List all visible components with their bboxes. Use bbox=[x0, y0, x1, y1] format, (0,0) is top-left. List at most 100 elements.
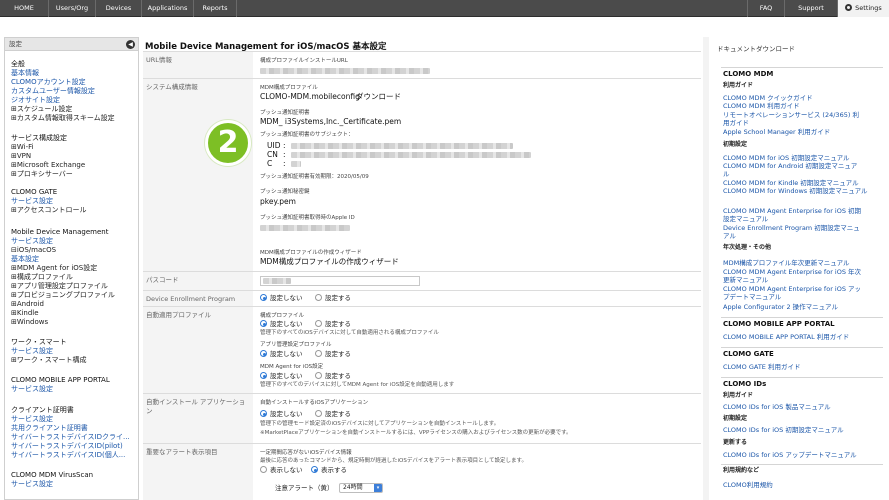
doc-subheading: 利用規約など bbox=[723, 467, 760, 474]
row-url-info: URL情報 構成プロファイルインストールURL bbox=[143, 51, 701, 78]
doc-link[interactable]: CLOMO MDM for Android 初期設定マニュア bbox=[723, 162, 857, 170]
row-important-alerts: 重要なアラート表示項目 一定期間応答がないiOSデバイス情報 最後に応答のあった… bbox=[143, 443, 701, 500]
sidebar-section-heading: 全般 bbox=[11, 60, 25, 68]
doc-link[interactable]: アル bbox=[723, 232, 736, 240]
warning-alert-select[interactable]: 24時間 ▾ bbox=[339, 483, 383, 493]
sidebar-item[interactable]: ⊞プロビジョニングプロファイル bbox=[11, 291, 115, 300]
sidebar-item[interactable]: ⊞アプリ管理設定プロファイル bbox=[11, 282, 108, 291]
sidebar-item[interactable]: ⊞プロキシサーバー bbox=[11, 170, 73, 179]
sidebar-item[interactable]: サイバートラストデバイスIDクライ... bbox=[11, 433, 130, 442]
c-label: C bbox=[267, 159, 273, 168]
uid-label: UID bbox=[267, 141, 281, 150]
agent-on-radio[interactable]: 設定する bbox=[315, 372, 351, 381]
sidebar-item[interactable]: カスタムユーザー情報設定 bbox=[11, 87, 95, 96]
agent-off-label: 設定しない bbox=[270, 372, 303, 380]
doc-link[interactable]: プデートマニュアル bbox=[723, 293, 781, 301]
doc-link[interactable]: CLOMO MDM Agent Enterprise for iOS アッ bbox=[723, 285, 861, 293]
install-on-radio[interactable]: 設定する bbox=[315, 410, 351, 419]
masked-uid bbox=[291, 143, 513, 149]
app-on-radio[interactable]: 設定する bbox=[315, 350, 351, 359]
sidebar-item[interactable]: サービス設定 bbox=[11, 480, 53, 489]
row-passcode: パスコード bbox=[143, 271, 701, 290]
doc-link[interactable]: CLOMO MDM for iOS 初期設定マニュアル bbox=[723, 154, 850, 162]
alert-off-radio[interactable]: 表示しない bbox=[260, 466, 303, 475]
sidebar-item[interactable]: ⊞ワーク・スマート構成 bbox=[11, 356, 87, 365]
masked-cn bbox=[291, 152, 531, 158]
app-off-radio[interactable]: 設定しない bbox=[260, 350, 303, 359]
sidebar-item[interactable]: サービス設定 bbox=[11, 197, 53, 206]
wizard-link[interactable]: MDM構成プロファイルの作成ウィザード bbox=[260, 257, 399, 266]
sidebar-item[interactable]: ⊞カスタム情報取得スキーム設定 bbox=[11, 114, 115, 123]
sidebar-item[interactable]: ⊞Windows bbox=[11, 318, 48, 327]
sidebar-item[interactable]: ⊞アクセスコントロール bbox=[11, 206, 87, 215]
sidebar-item[interactable]: ⊟iOS/macOS bbox=[11, 246, 56, 255]
sidebar-section-heading: CLOMO MDM VirusScan bbox=[11, 471, 94, 479]
sidebar-item[interactable]: 共用クライアント証明書 bbox=[11, 424, 88, 433]
sidebar-item[interactable]: ⊞Microsoft Exchange bbox=[11, 161, 85, 170]
sidebar-item[interactable]: 基本情報 bbox=[11, 69, 39, 78]
cfg-off-label: 設定しない bbox=[270, 320, 303, 328]
label-auto-install: 自動インストール アプリケーション bbox=[143, 394, 253, 443]
nav-devices[interactable]: Devices bbox=[96, 0, 142, 17]
agent-off-radio[interactable]: 設定しない bbox=[260, 372, 303, 381]
masked-apple-id bbox=[260, 225, 350, 231]
cfg-on-radio[interactable]: 設定する bbox=[315, 320, 351, 329]
radio-unselected-icon bbox=[315, 350, 322, 357]
doc-link[interactable]: CLOMO MDM for Kindle 初期設定マニュアル bbox=[723, 179, 859, 187]
doc-link[interactable]: Device Enrollment Program 初期設定マニュ bbox=[723, 224, 860, 232]
doc-link[interactable]: CLOMO MOBILE APP PORTAL 利用ガイド bbox=[723, 333, 849, 341]
section-divider bbox=[721, 347, 883, 348]
sidebar-item[interactable]: サービス設定 bbox=[11, 415, 53, 424]
doc-link[interactable]: MDM構成プロファイル年次更新マニュアル bbox=[723, 259, 850, 267]
doc-link[interactable]: Apple Configurator 2 操作マニュアル bbox=[723, 303, 838, 311]
doc-link[interactable]: CLOMO MDM for Windows 初期設定マニュアル bbox=[723, 187, 868, 195]
cfg-off-radio[interactable]: 設定しない bbox=[260, 320, 303, 329]
nav-reports[interactable]: Reports bbox=[194, 0, 237, 17]
doc-link[interactable]: CLOMO MDM クイックガイド bbox=[723, 94, 813, 102]
sidebar-item[interactable]: ⊞MDM Agent for iOS設定 bbox=[11, 264, 97, 273]
doc-link[interactable]: リモートオペレーションサービス (24/365) 利 bbox=[723, 111, 859, 119]
sidebar-item[interactable]: サイバートラストデバイスID(pilot) bbox=[11, 442, 123, 451]
doc-link[interactable]: CLOMO MDM Agent Enterprise for iOS 初期 bbox=[723, 207, 861, 215]
doc-link[interactable]: CLOMO IDs for iOS 製品マニュアル bbox=[723, 403, 831, 411]
nav-home[interactable]: HOME bbox=[0, 0, 49, 17]
doc-link[interactable]: CLOMO利用規約 bbox=[723, 481, 773, 489]
sidebar-item[interactable]: ⊞構成プロファイル bbox=[11, 273, 73, 282]
sidebar-item[interactable]: サイバートラストデバイスID(個人... bbox=[11, 451, 125, 460]
sidebar-item[interactable]: サービス設定 bbox=[11, 347, 53, 356]
sidebar-item[interactable]: ⊞VPN bbox=[11, 152, 31, 161]
sidebar-item[interactable]: ⊞Android bbox=[11, 300, 44, 309]
main-scrollbar[interactable] bbox=[703, 37, 709, 500]
doc-link[interactable]: 設定マニュアル bbox=[723, 215, 768, 223]
download-link[interactable]: ダウンロード bbox=[356, 92, 401, 101]
sidebar-item[interactable]: サービス設定 bbox=[11, 385, 53, 394]
doc-link[interactable]: CLOMO IDs for iOS アップデートマニュアル bbox=[723, 451, 857, 459]
nav-faq[interactable]: FAQ bbox=[747, 0, 785, 17]
sidebar-item[interactable]: ⊞Kindle bbox=[11, 309, 39, 318]
sidebar-item[interactable]: ⊞スケジュール設定 bbox=[11, 105, 72, 114]
sidebar-item[interactable]: 基本設定 bbox=[11, 255, 39, 264]
doc-link[interactable]: Apple School Manager 利用ガイド bbox=[723, 128, 830, 136]
sidebar-item[interactable]: CLOMOアカウント設定 bbox=[11, 78, 86, 87]
nav-users-org[interactable]: Users/Org bbox=[49, 0, 96, 17]
doc-link[interactable]: 用ガイド bbox=[723, 119, 749, 127]
doc-link[interactable]: 更新マニュアル bbox=[723, 276, 768, 284]
cn-label: CN bbox=[267, 150, 278, 159]
doc-link[interactable]: CLOMO GATE 利用ガイド bbox=[723, 363, 800, 371]
dep-on-radio[interactable]: 設定する bbox=[315, 294, 351, 303]
doc-link[interactable]: CLOMO MDM 利用ガイド bbox=[723, 102, 800, 110]
sidebar-item[interactable]: ジオサイト設定 bbox=[11, 96, 60, 105]
nav-applications[interactable]: Applications bbox=[142, 0, 194, 17]
passcode-field[interactable] bbox=[260, 276, 420, 286]
sidebar-item[interactable]: ⊞Wi-Fi bbox=[11, 143, 34, 152]
nav-settings[interactable]: Settings bbox=[838, 0, 889, 17]
doc-link[interactable]: CLOMO MDM Agent Enterprise for iOS 年次 bbox=[723, 268, 861, 276]
doc-link[interactable]: CLOMO IDs for iOS 初期設定マニュアル bbox=[723, 426, 844, 434]
collapse-sidebar-icon[interactable]: ◀ bbox=[126, 40, 135, 49]
install-off-radio[interactable]: 設定しない bbox=[260, 410, 303, 419]
dep-off-radio[interactable]: 設定しない bbox=[260, 294, 303, 303]
nav-support[interactable]: Support bbox=[785, 0, 838, 17]
doc-link[interactable]: ル bbox=[723, 170, 730, 178]
alert-on-radio[interactable]: 表示する bbox=[311, 466, 347, 475]
sidebar-item[interactable]: サービス設定 bbox=[11, 237, 53, 246]
